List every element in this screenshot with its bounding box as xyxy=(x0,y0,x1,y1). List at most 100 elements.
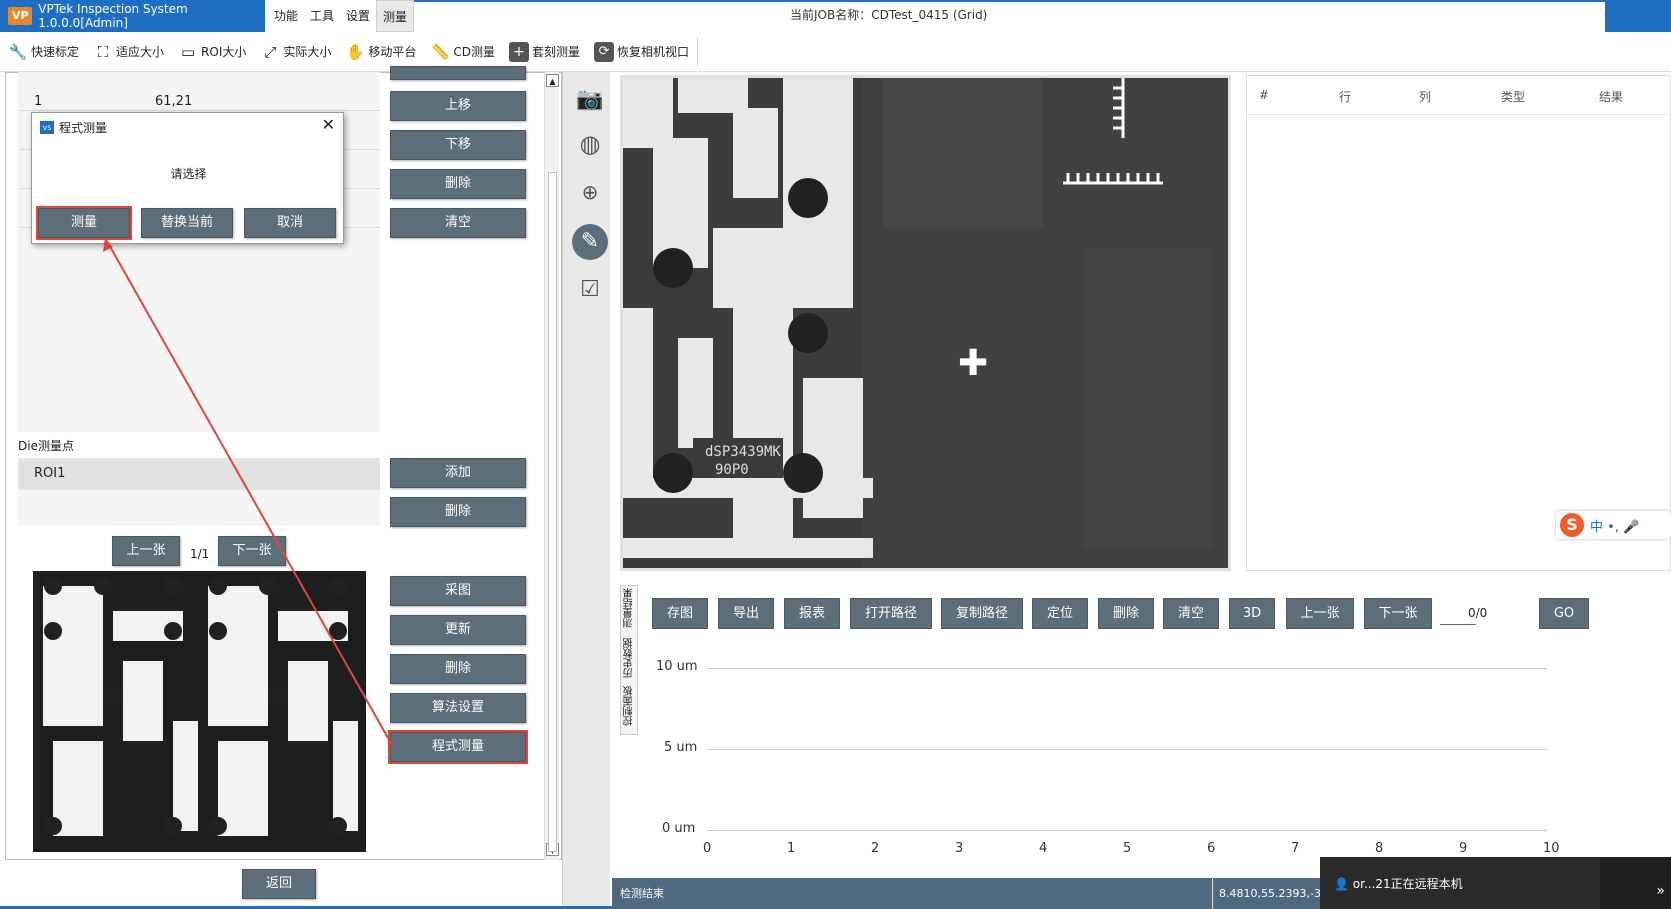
move-down-button[interactable]: 下移 xyxy=(390,130,526,160)
close-icon[interactable]: ✕ xyxy=(322,115,335,134)
roi-size-button[interactable]: ▭ ROI大小 xyxy=(178,42,246,62)
move-stage-button[interactable]: ✋ 移动平台 xyxy=(345,42,416,62)
x-tick-label: 7 xyxy=(1291,841,1300,856)
grid-globe-icon[interactable]: ◍ xyxy=(572,126,608,162)
open-path-button[interactable]: 打开路径 xyxy=(850,598,932,629)
x-tick-label: 2 xyxy=(871,841,880,856)
app-logo-icon: VP xyxy=(8,7,33,25)
delete-image-button[interactable]: 删除 xyxy=(390,654,526,684)
delete-die-point-button[interactable]: 删除 xyxy=(390,497,526,527)
header-divider xyxy=(1247,114,1671,115)
export-button[interactable]: 导出 xyxy=(718,598,774,629)
ime-status: 中 •, 🎤 xyxy=(1590,519,1640,535)
list-cell-index: 1 xyxy=(34,94,43,109)
restore-camera-label: 恢复相机视口 xyxy=(617,45,690,59)
menu-item-settings[interactable]: 设置 xyxy=(340,0,376,32)
prev-result-button[interactable]: 上一张 xyxy=(1286,598,1354,629)
fit-size-button[interactable]: ⛶ 适应大小 xyxy=(93,42,164,62)
camera-image-view[interactable]: dSP3439MK 90P0 ✚ xyxy=(620,75,1231,571)
camera-icon[interactable]: 📷 xyxy=(572,82,608,118)
scroll-up-icon[interactable]: ▲ xyxy=(546,74,559,87)
report-button[interactable]: 报表 xyxy=(784,598,840,629)
ime-toolbar[interactable]: S 中 •, 🎤 xyxy=(1556,511,1671,539)
y-tick-label: 10 um xyxy=(656,659,698,674)
wafer-map-icon[interactable]: ⊕ xyxy=(572,174,608,210)
overlay-measure-label: 套刻测量 xyxy=(532,45,581,59)
tab-measure-results[interactable]: 测量结果 xyxy=(622,588,637,628)
page-indicator: 1/1 xyxy=(190,547,210,561)
menu-item-function[interactable]: 功能 xyxy=(268,0,304,32)
prev-image-button[interactable]: 上一张 xyxy=(112,536,180,566)
overlay-measure-button[interactable]: + 套刻测量 xyxy=(509,41,581,62)
crosshair-icon: ✚ xyxy=(958,343,989,384)
copy-path-button[interactable]: 复制路径 xyxy=(941,598,1023,629)
back-button[interactable]: 返回 xyxy=(242,869,316,899)
app-brand: VP VPTek Inspection System 1.0.0.0[Admin… xyxy=(0,0,265,32)
move-up-button[interactable]: 上移 xyxy=(390,91,526,121)
x-tick-label: 1 xyxy=(787,841,796,856)
hidden-top-button[interactable] xyxy=(390,66,526,80)
cd-measure-label: CD测量 xyxy=(453,45,496,59)
status-bar: 检测结束 xyxy=(612,878,1312,909)
algorithm-settings-button[interactable]: 算法设置 xyxy=(390,693,526,723)
page-counter-underline xyxy=(1440,624,1476,625)
menu-item-tools[interactable]: 工具 xyxy=(304,0,340,32)
die-thumbnail-graphic xyxy=(33,571,366,852)
results-table[interactable]: # 行 列 类型 结果 xyxy=(1246,75,1671,571)
3d-view-button[interactable]: 3D xyxy=(1229,598,1275,629)
x-tick-label: 6 xyxy=(1207,841,1216,856)
roi-size-label: ROI大小 xyxy=(201,45,247,59)
next-image-button[interactable]: 下一张 xyxy=(218,536,286,566)
remote-session-banner: 👤 or...21正在远程本机 xyxy=(1320,857,1600,909)
y-tick-label: 5 um xyxy=(664,740,698,755)
checklist-icon[interactable]: ☑ xyxy=(572,272,608,308)
actual-size-button[interactable]: ⤢ 实际大小 xyxy=(260,42,331,62)
add-die-point-button[interactable]: 添加 xyxy=(390,458,526,488)
x-tick-label: 10 xyxy=(1543,841,1560,856)
die-thumbnail[interactable] xyxy=(33,571,366,852)
locate-button[interactable]: 定位 xyxy=(1032,598,1088,629)
tab-history[interactable]: 历史数据 xyxy=(622,638,637,678)
dialog-measure-button[interactable]: 测量 xyxy=(36,206,132,240)
restore-camera-button[interactable]: ⟳ 恢复相机视口 xyxy=(594,41,690,62)
list-item[interactable]: 1 61,21 xyxy=(18,72,380,111)
expand-banner-button[interactable]: » xyxy=(1600,857,1671,909)
vertical-tabs: 测量结果 历史数据 控制面板 xyxy=(620,585,638,735)
clear-button[interactable]: 清空 xyxy=(390,208,526,238)
x-tick-label: 3 xyxy=(955,841,964,856)
save-image-button[interactable]: 存图 xyxy=(652,598,708,629)
dialog-replace-current-button[interactable]: 替换当前 xyxy=(141,208,233,238)
plus-box-icon: + xyxy=(509,41,530,62)
col-header-col: 列 xyxy=(1419,90,1432,104)
measure-ruler-icon[interactable]: ✎ xyxy=(572,224,608,260)
dialog-cancel-button[interactable]: 取消 xyxy=(244,208,336,238)
delete-button[interactable]: 删除 xyxy=(390,169,526,199)
clear-results-button[interactable]: 清空 xyxy=(1163,598,1219,629)
user-icon: 👤 xyxy=(1334,877,1353,891)
toolbar: 🔧 快速标定 ⛶ 适应大小 ▭ ROI大小 ⤢ 实际大小 ✋ 移动平台 📏 CD测量 + 套刻… xyxy=(0,32,1671,72)
capture-image-button[interactable]: 采图 xyxy=(390,576,526,606)
tab-control-panel[interactable]: 控制面板 xyxy=(622,686,637,726)
delete-result-button[interactable]: 删除 xyxy=(1098,598,1154,629)
x-axis-line xyxy=(707,830,1547,831)
program-measure-button[interactable]: 程式测量 xyxy=(388,730,528,764)
toolbar-separator xyxy=(697,37,699,66)
expand-icon: ⤢ xyxy=(264,42,277,61)
update-button[interactable]: 更新 xyxy=(390,615,526,645)
roi-list-item[interactable]: ROI1 xyxy=(18,458,380,490)
panel-divider xyxy=(562,72,570,909)
quick-calibrate-label: 快速标定 xyxy=(31,45,80,59)
scroll-thumb[interactable] xyxy=(548,172,557,852)
left-scrollbar[interactable]: ▲ ▼ xyxy=(544,72,559,860)
quick-calibrate-button[interactable]: 🔧 快速标定 xyxy=(8,42,79,62)
cd-measure-button[interactable]: 📏 CD测量 xyxy=(430,42,495,62)
col-header-row: 行 xyxy=(1339,90,1352,104)
wrench-icon: 🔧 xyxy=(8,42,28,61)
y-tick-label: 0 um xyxy=(662,821,696,836)
next-result-button[interactable]: 下一张 xyxy=(1364,598,1432,629)
app-window: { "window": { "app_title": "VPTek Inspec… xyxy=(0,0,1671,909)
menu-item-measure[interactable]: 测量 xyxy=(376,0,415,32)
fit-size-label: 适应大小 xyxy=(116,45,165,59)
dialog-message: 请选择 xyxy=(170,167,207,181)
go-button[interactable]: GO xyxy=(1539,598,1589,629)
